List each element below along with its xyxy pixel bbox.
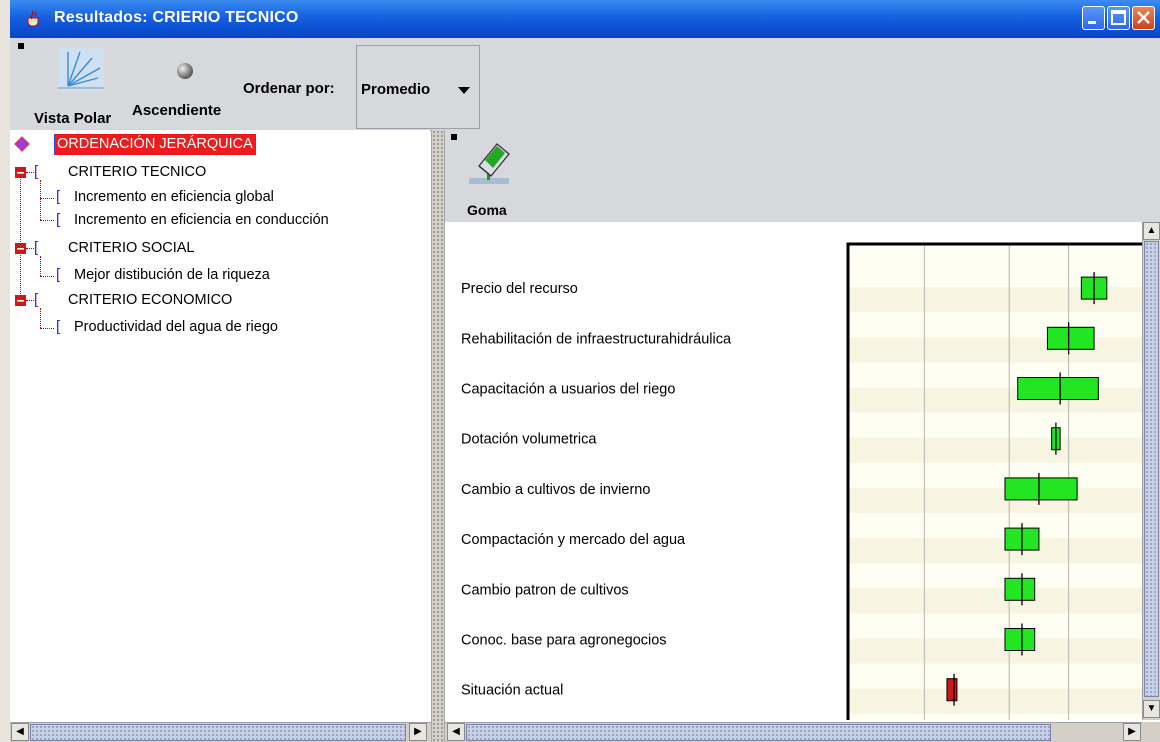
polar-view-label: Vista Polar <box>34 110 112 127</box>
chart-toolbar: Goma <box>445 130 1160 222</box>
range-box <box>1004 628 1036 651</box>
criterion-bracket-icon: [ <box>34 291 39 308</box>
range-box <box>946 678 958 702</box>
row-stripe <box>848 337 1142 363</box>
chart-svg: Precio del recurso Rehabilitación de infr… <box>461 242 1142 720</box>
minimize-icon <box>1088 21 1096 24</box>
ascending-button[interactable]: Ascendiente <box>132 42 240 128</box>
polar-view-icon <box>58 48 104 92</box>
sort-by-label: Ordenar por: <box>243 80 335 97</box>
close-icon <box>1137 11 1150 24</box>
category-label: Capacitación a usuarios del riego <box>461 382 675 398</box>
row-stripe <box>848 688 1142 714</box>
results-chart: Precio del recurso Rehabilitación de infr… <box>445 222 1142 720</box>
scroll-down-button[interactable]: ▼ <box>1143 700 1160 718</box>
criterion-bracket-icon: [ <box>56 211 61 228</box>
tree-connector <box>40 180 41 220</box>
panel-splitter[interactable] <box>431 130 445 742</box>
sort-dropdown-value: Promedio <box>361 81 431 98</box>
chart-horizontal-scrollbar[interactable]: ◀ ▶ <box>445 722 1142 742</box>
scroll-up-button[interactable]: ▲ <box>1143 222 1160 240</box>
close-button[interactable] <box>1132 6 1155 30</box>
scroll-right-button[interactable]: ▶ <box>409 723 427 741</box>
eraser-icon <box>469 143 510 184</box>
criterion-bracket-icon: [ <box>34 239 39 256</box>
left-horizontal-scrollbar[interactable]: ◀ ▶ <box>10 722 431 742</box>
row-stripe <box>848 487 1142 513</box>
category-label: Situación actual <box>461 683 563 699</box>
category-label: Compactación y mercado del agua <box>461 532 686 548</box>
tree-root-label: ORDENACIÓN JERÁRQUICA <box>57 136 253 152</box>
category-label: Cambio a cultivos de invierno <box>461 482 650 498</box>
collapse-icon[interactable] <box>15 295 26 306</box>
hierarchy-tree-panel: ORDENACIÓN JERÁRQUICA [ CRITERIO TECNICO… <box>10 130 430 730</box>
tree-connector <box>40 198 54 199</box>
category-label: Conoc. base para agronegocios <box>461 633 667 649</box>
criterion-bracket-icon: [ <box>56 188 61 205</box>
category-label: Dotación volumetrica <box>461 432 597 448</box>
scroll-thumb[interactable] <box>466 724 1051 741</box>
category-label: Precio del recurso <box>461 281 578 297</box>
scroll-thumb[interactable] <box>30 724 406 741</box>
scrollbar-corner <box>1142 722 1160 742</box>
maximize-button[interactable] <box>1107 6 1130 30</box>
ascending-label: Ascendiente <box>132 102 222 119</box>
scroll-right-button[interactable]: ▶ <box>1123 723 1141 741</box>
tree-connector <box>26 300 34 301</box>
criterion-bracket-icon: [ <box>56 266 61 283</box>
scroll-left-button[interactable]: ◀ <box>11 723 29 741</box>
root-diamond-icon <box>14 136 30 152</box>
tree-group-label[interactable]: CRITERIO ECONOMICO <box>68 292 232 308</box>
range-box <box>1004 577 1036 601</box>
window-title: Resultados: CRIERIO TECNICO <box>54 9 299 26</box>
java-cup-icon <box>27 10 39 27</box>
radio-sphere-icon <box>177 63 193 79</box>
tree-connector <box>20 172 21 300</box>
tree-group-label[interactable]: CRITERIO SOCIAL <box>68 240 195 256</box>
tree-connector <box>40 328 54 329</box>
row-stripe <box>848 437 1142 463</box>
row-stripe <box>848 638 1142 664</box>
tree-connector <box>40 256 41 276</box>
toolbar-grip[interactable] <box>18 43 24 49</box>
collapse-icon[interactable] <box>15 243 26 254</box>
tree-connector <box>26 248 34 249</box>
eraser-label: Goma <box>467 202 507 218</box>
tree-connector <box>26 172 34 173</box>
tree-leaf-label[interactable]: Mejor distibución de la riqueza <box>74 267 270 283</box>
chart-vertical-scrollbar[interactable]: ▲ ▼ <box>1142 222 1160 720</box>
range-box <box>1017 377 1099 400</box>
scroll-left-button[interactable]: ◀ <box>447 723 465 741</box>
tree-leaf-label[interactable]: Incremento en eficiencia global <box>74 189 274 205</box>
tree-connector <box>40 220 54 221</box>
scroll-thumb[interactable] <box>1144 241 1159 697</box>
window-titlebar[interactable]: Resultados: CRIERIO TECNICO <box>10 0 1160 38</box>
row-stripe <box>848 538 1142 564</box>
category-label: Cambio patron de cultivos <box>461 582 629 598</box>
maximize-icon <box>1111 10 1126 25</box>
tree-group-label[interactable]: CRITERIO TECNICO <box>68 164 206 180</box>
range-box <box>1046 326 1095 350</box>
criterion-bracket-icon: [ <box>34 163 39 180</box>
tree-leaf-label[interactable]: Productividad del agua de riego <box>74 319 278 335</box>
tree-connector <box>40 308 41 328</box>
tree-root-node[interactable]: ORDENACIÓN JERÁRQUICA <box>54 134 256 155</box>
category-label: Rehabilitación de infraestructurahidrául… <box>461 331 732 347</box>
sort-dropdown[interactable]: Promedio <box>356 45 480 129</box>
collapse-icon[interactable] <box>15 167 26 178</box>
minimize-button[interactable] <box>1082 6 1105 30</box>
criterion-bracket-icon: [ <box>56 318 61 335</box>
row-stripe <box>848 588 1142 614</box>
main-toolbar: Vista Polar Ascendiente Ordenar por: <box>10 38 1160 131</box>
range-box <box>1004 477 1078 501</box>
tree-leaf-label[interactable]: Incremento en eficiencia en conducción <box>74 212 329 228</box>
eraser-button[interactable]: Goma <box>459 132 529 220</box>
toolbar-grip[interactable] <box>451 134 457 140</box>
chevron-down-icon <box>458 87 470 94</box>
tree-connector <box>40 276 54 277</box>
